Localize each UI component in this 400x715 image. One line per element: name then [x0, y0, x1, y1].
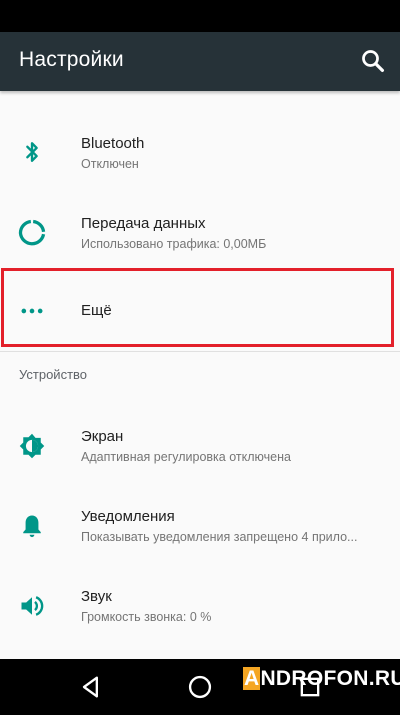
settings-item-more[interactable]: Ещё — [0, 272, 400, 346]
item-subtitle: Использовано трафика: 0,00МБ — [81, 237, 267, 251]
bell-icon — [18, 512, 46, 540]
item-subtitle: Адаптивная регулировка отключена — [81, 450, 291, 464]
back-icon — [82, 676, 99, 698]
settings-item-sound[interactable]: Звук Громкость звонка: 0 % — [0, 576, 400, 656]
volume-icon — [18, 592, 46, 620]
item-subtitle: Показывать уведомления запрещено 4 прило… — [81, 530, 358, 544]
data-usage-icon — [18, 219, 46, 247]
item-subtitle: Громкость звонка: 0 % — [81, 610, 212, 624]
settings-item-bluetooth[interactable]: Bluetooth Отключен — [0, 123, 400, 203]
item-title: Bluetooth — [81, 135, 145, 152]
watermark-first-letter: A — [243, 667, 261, 690]
search-button[interactable] — [358, 46, 388, 76]
settings-item-data-usage[interactable]: Передача данных Использовано трафика: 0,… — [0, 203, 400, 283]
brightness-icon — [18, 432, 46, 460]
back-button[interactable] — [77, 673, 105, 701]
home-icon — [188, 675, 212, 699]
status-bar — [0, 0, 400, 32]
settings-screen: Настройки Bluetooth Отключен Передача да… — [0, 0, 400, 715]
settings-item-display[interactable]: Экран Адаптивная регулировка отключена — [0, 416, 400, 496]
item-title: Экран — [81, 428, 124, 445]
section-divider — [0, 351, 400, 352]
home-button[interactable] — [186, 673, 214, 701]
page-title: Настройки — [19, 48, 124, 71]
settings-item-notifications[interactable]: Уведомления Показывать уведомления запре… — [0, 496, 400, 576]
section-header: Устройство — [19, 367, 88, 382]
item-title: Ещё — [81, 302, 112, 319]
item-title: Звук — [81, 588, 112, 605]
watermark-text: NDROFON.RU — [260, 667, 400, 690]
watermark: ANDROFON.RU — [243, 667, 400, 691]
item-subtitle: Отключен — [81, 157, 139, 171]
item-title: Передача данных — [81, 215, 206, 232]
search-icon — [362, 50, 384, 72]
more-dots-icon — [18, 297, 46, 325]
app-bar: Настройки — [0, 32, 400, 91]
bluetooth-icon — [18, 138, 46, 166]
item-title: Уведомления — [81, 508, 175, 525]
